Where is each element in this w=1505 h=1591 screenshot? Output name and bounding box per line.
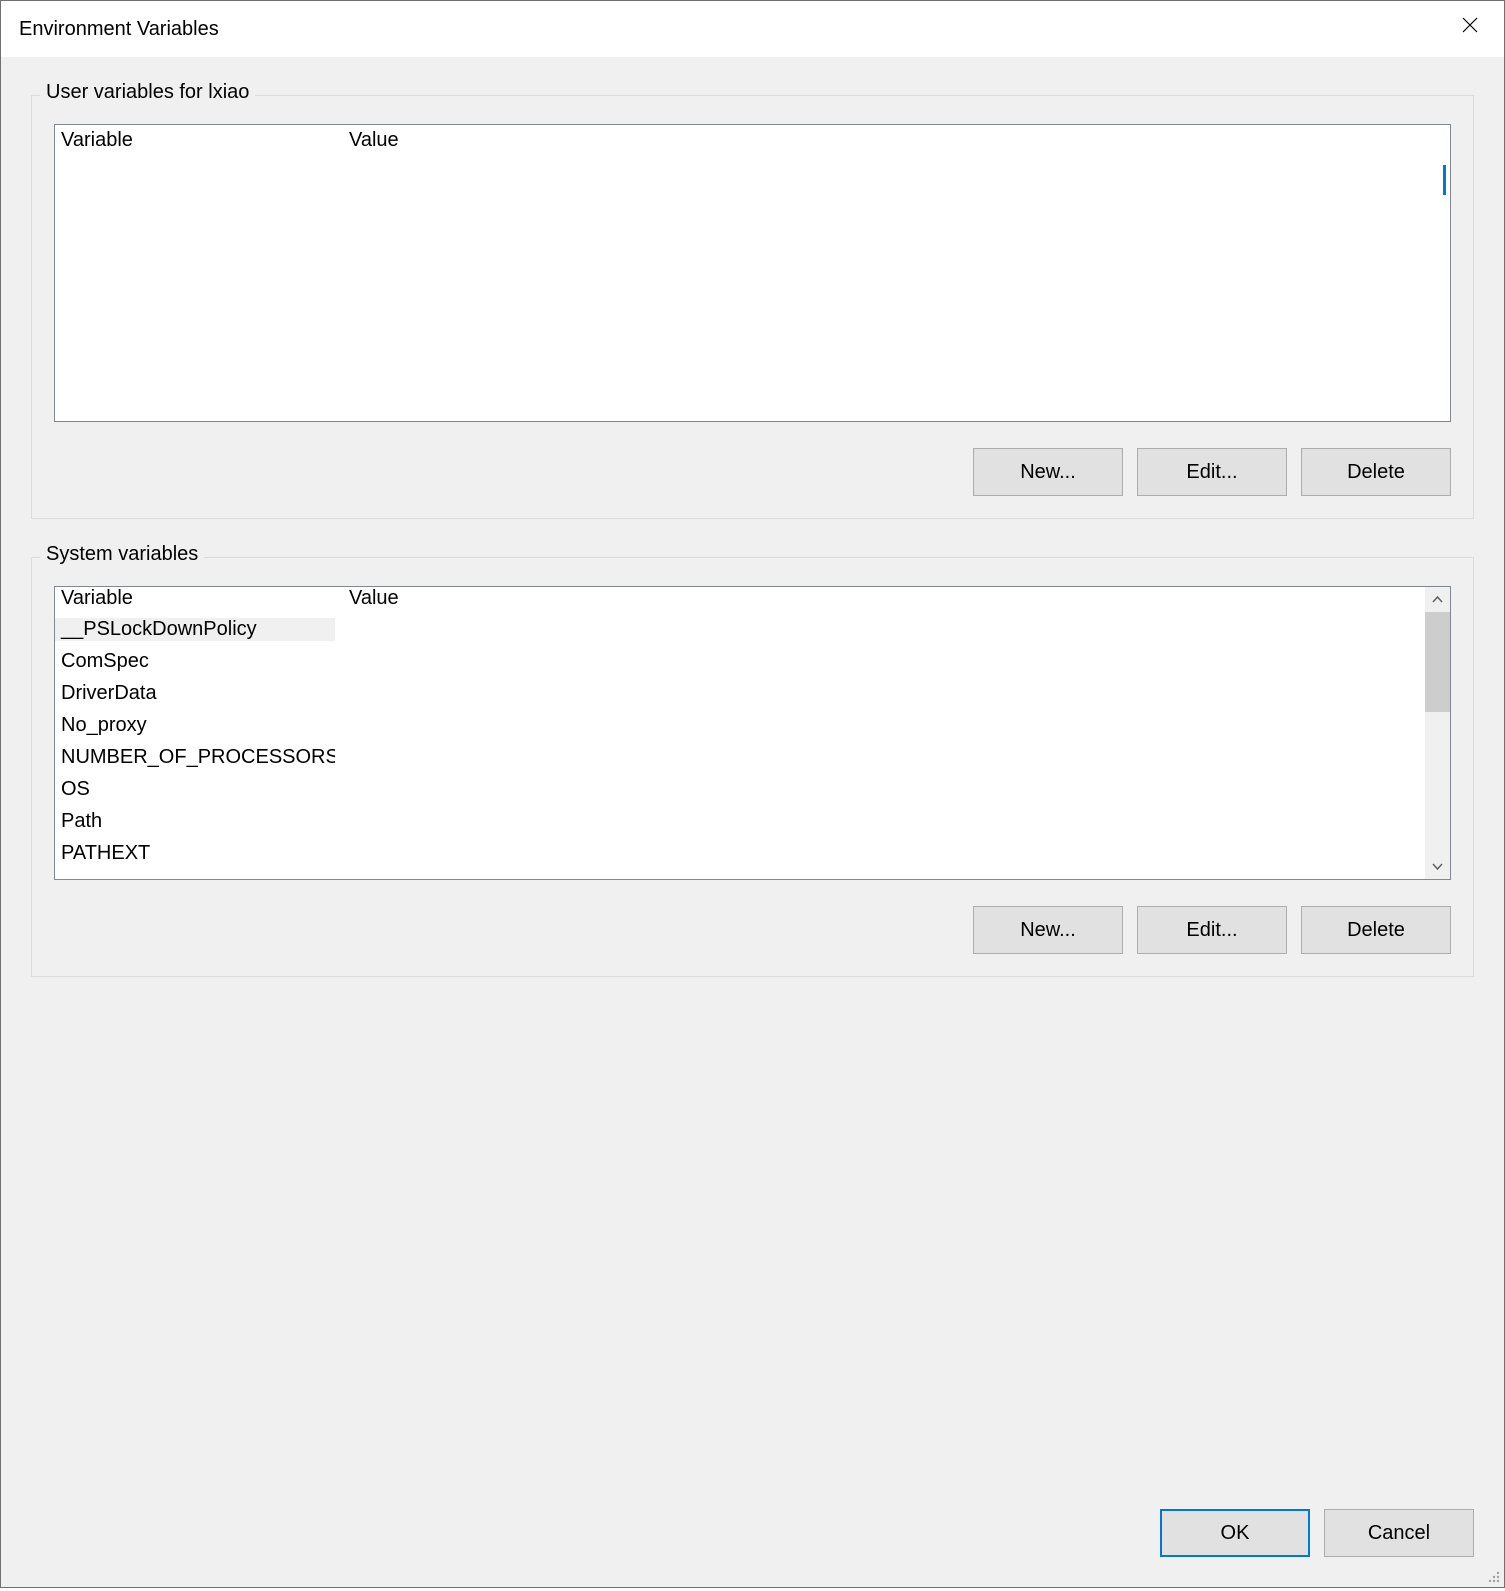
dialog-button-row: OK Cancel: [1, 1473, 1504, 1587]
cell-variable: __PSLockDownPolicy: [55, 618, 335, 641]
chevron-down-icon: [1431, 860, 1444, 873]
table-row[interactable]: __PSLockDownPolicy: [55, 613, 1425, 645]
cell-variable: OS: [55, 778, 335, 801]
cell-variable: DriverData: [55, 682, 335, 705]
system-variables-group: System variables Variable Value __PSLock…: [31, 557, 1474, 977]
cell-variable: No_proxy: [55, 714, 335, 737]
system-group-label: System variables: [40, 543, 204, 566]
system-variables-list[interactable]: Variable Value __PSLockDownPolicy ComSpec…: [54, 586, 1451, 880]
titlebar: Environment Variables: [1, 1, 1504, 57]
cell-variable: PATHEXT: [55, 842, 335, 865]
dialog-content: User variables for lxiao Variable Value …: [1, 57, 1504, 1473]
list-cursor-indicator: [1443, 165, 1446, 195]
scroll-thumb[interactable]: [1425, 612, 1450, 712]
column-header-variable[interactable]: Variable: [55, 587, 345, 610]
list-header: Variable Value: [55, 587, 1425, 613]
user-group-label: User variables for lxiao: [40, 81, 255, 104]
resize-grip-icon: [1482, 1565, 1502, 1585]
table-row[interactable]: Path: [55, 805, 1425, 837]
table-row[interactable]: OS: [55, 773, 1425, 805]
cell-variable: ComSpec: [55, 650, 335, 673]
chevron-up-icon: [1431, 593, 1444, 606]
system-new-button[interactable]: New...: [973, 906, 1123, 954]
window-title: Environment Variables: [19, 18, 219, 41]
user-edit-button[interactable]: Edit...: [1137, 448, 1287, 496]
system-list-body: __PSLockDownPolicy ComSpec DriverData No_pr…: [55, 613, 1425, 869]
table-row[interactable]: No_proxy: [55, 709, 1425, 741]
list-header: Variable Value: [55, 125, 1450, 155]
close-icon: [1462, 17, 1478, 33]
table-row[interactable]: DriverData: [55, 677, 1425, 709]
column-header-value[interactable]: Value: [345, 587, 1425, 610]
table-row[interactable]: PATHEXT: [55, 837, 1425, 869]
scroll-track[interactable]: [1425, 612, 1450, 854]
resize-grip[interactable]: [1482, 1565, 1502, 1585]
ok-button[interactable]: OK: [1160, 1509, 1310, 1557]
cancel-button[interactable]: Cancel: [1324, 1509, 1474, 1557]
system-edit-button[interactable]: Edit...: [1137, 906, 1287, 954]
user-variables-group: User variables for lxiao Variable Value …: [31, 95, 1474, 519]
scrollbar[interactable]: [1425, 587, 1450, 879]
cell-variable: NUMBER_OF_PROCESSORS: [55, 746, 335, 769]
user-delete-button[interactable]: Delete: [1301, 448, 1451, 496]
system-button-row: New... Edit... Delete: [54, 906, 1451, 954]
close-button[interactable]: [1436, 1, 1504, 49]
user-variables-list[interactable]: Variable Value: [54, 124, 1451, 422]
user-button-row: New... Edit... Delete: [54, 448, 1451, 496]
scroll-down-button[interactable]: [1425, 854, 1450, 879]
table-row[interactable]: ComSpec: [55, 645, 1425, 677]
scroll-up-button[interactable]: [1425, 587, 1450, 612]
cell-variable: Path: [55, 810, 335, 833]
system-delete-button[interactable]: Delete: [1301, 906, 1451, 954]
user-new-button[interactable]: New...: [973, 448, 1123, 496]
table-row[interactable]: NUMBER_OF_PROCESSORS: [55, 741, 1425, 773]
column-header-variable[interactable]: Variable: [55, 129, 345, 152]
column-header-value[interactable]: Value: [345, 129, 1450, 152]
environment-variables-dialog: Environment Variables User variables for…: [0, 0, 1505, 1588]
